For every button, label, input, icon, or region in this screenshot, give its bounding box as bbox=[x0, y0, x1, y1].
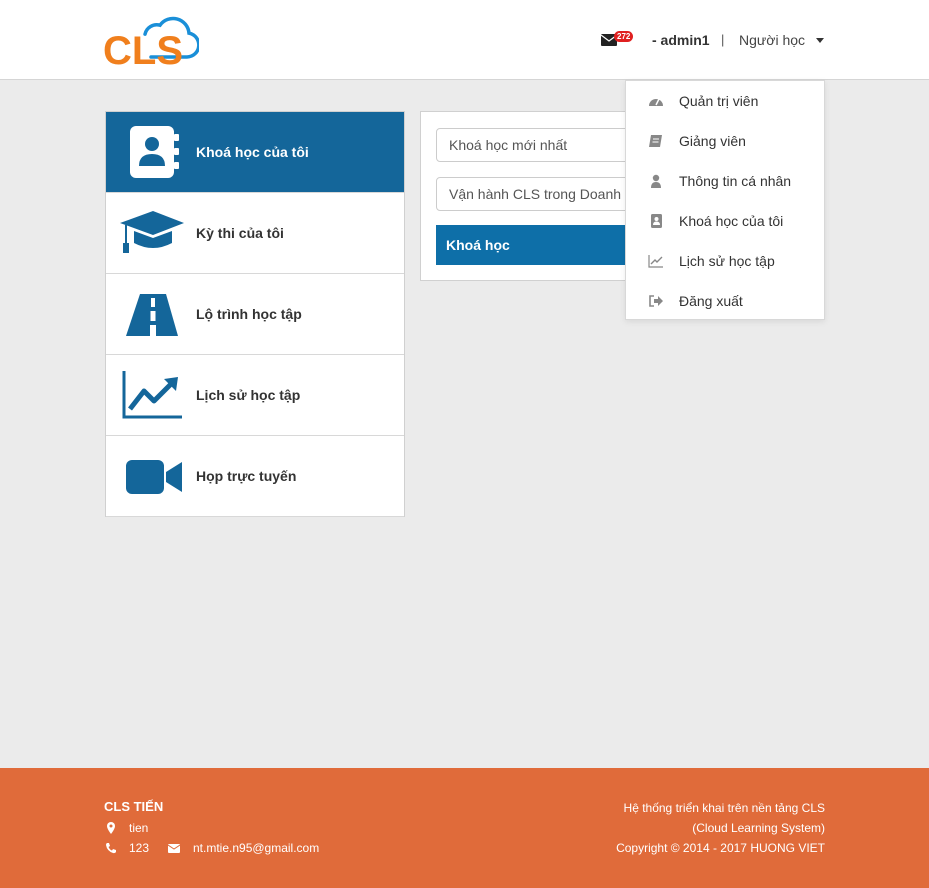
road-icon bbox=[126, 294, 178, 336]
username-label[interactable]: - admin1 bbox=[652, 32, 710, 48]
sidebar-item-my-exams[interactable]: Kỳ thi của tôi bbox=[106, 193, 404, 274]
menu-item-profile[interactable]: Thông tin cá nhân bbox=[626, 161, 824, 201]
line-chart-icon bbox=[122, 371, 182, 419]
dashboard-icon bbox=[649, 98, 663, 106]
menu-item-my-courses[interactable]: Khoá học của tôi bbox=[626, 201, 824, 241]
cls-logo[interactable]: CLS bbox=[103, 13, 199, 69]
footer-address: tien bbox=[129, 821, 149, 835]
sidebar-item-online-meeting[interactable]: Họp trực tuyến bbox=[106, 436, 404, 517]
footer-system-name: (Cloud Learning System) bbox=[692, 821, 825, 835]
video-camera-icon bbox=[126, 460, 182, 494]
footer-platform-text: Hệ thống triển khai trên nền tảng CLS bbox=[623, 801, 825, 815]
map-marker-icon bbox=[107, 822, 115, 834]
sign-out-icon bbox=[649, 295, 663, 307]
sidebar-item-label: Lịch sử học tập bbox=[196, 387, 301, 403]
menu-item-label: Giảng viên bbox=[679, 133, 746, 149]
role-dropdown-toggle[interactable]: Người học bbox=[739, 32, 805, 48]
sidebar-item-label: Họp trực tuyến bbox=[196, 468, 297, 484]
course-panel: Khoá học mới nhất Vận hành CLS trong Doa… bbox=[420, 111, 640, 281]
sidebar-item-learning-history[interactable]: Lịch sử học tập bbox=[106, 355, 404, 436]
footer-phone: 123 bbox=[129, 841, 150, 855]
header-bar: CLS 272 - admin1 | Người học bbox=[0, 0, 929, 80]
footer: CLS TIẾN tien 123 nt.mtie.n95@gmail.com … bbox=[0, 768, 929, 888]
course-name-field[interactable]: Vận hành CLS trong Doanh Ng bbox=[436, 177, 639, 211]
menu-item-label: Quản trị viên bbox=[679, 93, 759, 109]
sidebar-menu: Khoá học của tôi Kỳ thi của tôi Lộ trình… bbox=[105, 111, 405, 517]
sidebar-item-learning-path[interactable]: Lộ trình học tập bbox=[106, 274, 404, 355]
header-separator: | bbox=[721, 32, 725, 47]
menu-item-teacher[interactable]: Giảng viên bbox=[626, 121, 824, 161]
footer-email[interactable]: nt.mtie.n95@gmail.com bbox=[193, 841, 319, 855]
menu-item-label: Thông tin cá nhân bbox=[679, 173, 792, 189]
graduation-cap-icon bbox=[120, 211, 184, 253]
address-book-icon bbox=[651, 214, 662, 228]
book-icon bbox=[649, 135, 662, 147]
courses-button[interactable]: Khoá học bbox=[436, 225, 639, 265]
user-role-dropdown: Quản trị viên Giảng viên Thông tin cá nh… bbox=[625, 80, 825, 320]
menu-item-label: Đăng xuất bbox=[679, 293, 743, 309]
logo-text: CLS bbox=[103, 29, 183, 69]
menu-item-label: Lịch sử học tập bbox=[679, 253, 775, 269]
menu-item-admin[interactable]: Quản trị viên bbox=[626, 81, 824, 121]
line-chart-icon bbox=[648, 255, 663, 268]
menu-item-logout[interactable]: Đăng xuất bbox=[626, 281, 824, 321]
sidebar-item-label: Lộ trình học tập bbox=[196, 306, 302, 322]
mail-count-badge: 272 bbox=[614, 31, 634, 42]
latest-courses-field[interactable]: Khoá học mới nhất bbox=[436, 128, 639, 162]
caret-down-icon[interactable] bbox=[816, 38, 824, 43]
address-book-icon bbox=[130, 126, 179, 178]
footer-title: CLS TIẾN bbox=[104, 799, 164, 814]
sidebar-item-my-courses[interactable]: Khoá học của tôi bbox=[106, 112, 404, 193]
sidebar-item-label: Khoá học của tôi bbox=[196, 144, 309, 160]
footer-copyright: Copyright © 2014 - 2017 HUONG VIET bbox=[616, 841, 825, 855]
user-icon bbox=[651, 174, 661, 188]
menu-item-history[interactable]: Lịch sử học tập bbox=[626, 241, 824, 281]
phone-icon bbox=[106, 843, 116, 854]
menu-item-label: Khoá học của tôi bbox=[679, 213, 784, 229]
sidebar-item-label: Kỳ thi của tôi bbox=[196, 225, 284, 241]
envelope-icon bbox=[168, 844, 180, 853]
